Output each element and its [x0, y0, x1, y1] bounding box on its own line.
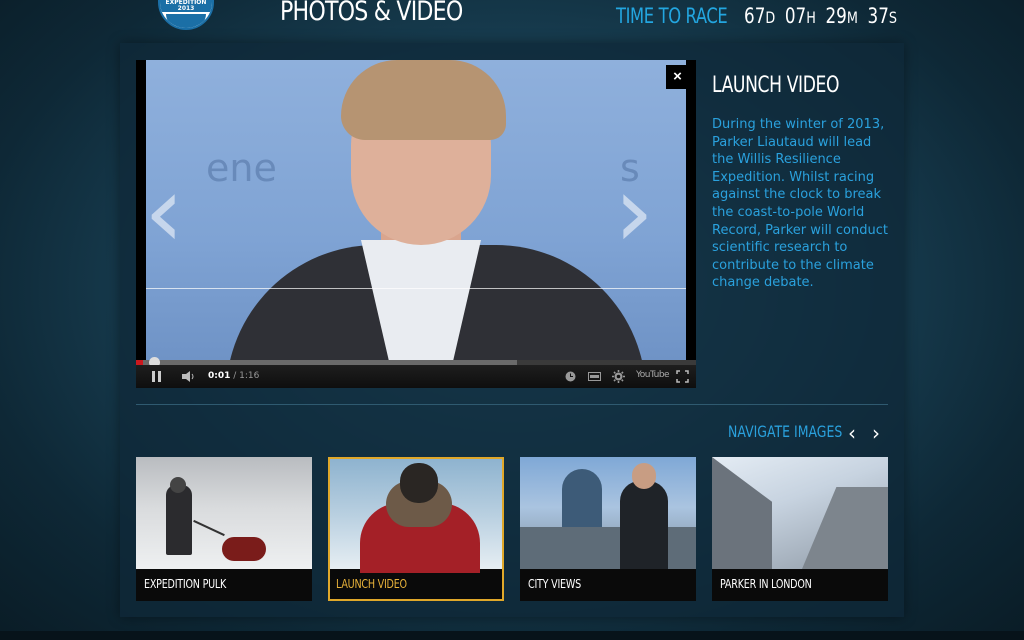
countdown-timer: 67D 07H 29M 37S	[744, 4, 897, 28]
thumbnail-label: CITY VIEWS	[528, 577, 581, 591]
gallery-thumbnail-city-views[interactable]: CITY VIEWS	[520, 457, 696, 601]
countdown-seconds: 37	[867, 4, 889, 28]
countdown-seconds-unit: S	[888, 8, 898, 27]
settings-gear-icon[interactable]	[612, 370, 625, 383]
gallery-thumbnail-expedition-pulk[interactable]: EXPEDITION PULK	[136, 457, 312, 601]
thumbnail-label: LAUNCH VIDEO	[336, 577, 407, 591]
thumbnail-image	[330, 459, 502, 573]
captions-icon[interactable]	[588, 372, 601, 381]
youtube-label: YouTube	[636, 370, 670, 380]
close-button[interactable]: ×	[666, 65, 689, 89]
youtube-logo[interactable]: YouTube	[636, 370, 670, 380]
thumbnail-image	[136, 457, 312, 569]
duration: / 1:16	[233, 371, 260, 381]
media-title: LAUNCH VIDEO	[712, 73, 840, 98]
thumbnail-label: EXPEDITION PULK	[144, 577, 227, 591]
video-player[interactable]: ene s ‹ › × 0:01 / 1:16 YouTube	[136, 60, 696, 388]
logo-globe-icon	[166, 14, 206, 28]
countdown-minutes: 29	[825, 4, 847, 28]
bottom-bar	[0, 631, 1024, 640]
previous-arrow-icon[interactable]: ‹	[144, 162, 204, 262]
divider	[136, 404, 888, 405]
thumbnail-image	[712, 457, 888, 569]
countdown-hours: 07	[784, 4, 807, 28]
next-arrow-icon[interactable]: ›	[614, 162, 674, 262]
gallery-next-chevron-icon[interactable]: ›	[872, 422, 880, 444]
speaker-hair	[341, 60, 506, 140]
gallery-thumbnail-launch-video[interactable]: LAUNCH VIDEO	[328, 457, 504, 601]
video-frame[interactable]: ene s	[146, 60, 686, 360]
watch-later-icon[interactable]	[565, 371, 576, 382]
countdown-label: TIME TO RACE	[616, 4, 728, 28]
thumbnail-label: PARKER IN LONDON	[720, 577, 812, 591]
gallery-prev-chevron-icon[interactable]: ‹	[848, 422, 856, 444]
pause-icon[interactable]	[152, 371, 162, 382]
media-description: During the winter of 2013, Parker Liauta…	[712, 117, 888, 291]
countdown-days-unit: D	[765, 8, 776, 27]
video-scanline	[146, 288, 686, 289]
volume-icon[interactable]	[182, 371, 196, 382]
thumbnail-image	[520, 457, 696, 569]
media-panel: ene s ‹ › × 0:01 / 1:16 YouTube LAUNCH V…	[120, 43, 904, 617]
countdown-days: 67	[744, 4, 766, 28]
page-title: PHOTOS & VIDEO	[280, 0, 463, 27]
top-bar: EXPEDITION 2013 PHOTOS & VIDEO TIME TO R…	[0, 0, 1024, 40]
gallery-thumbnail-parker-in-london[interactable]: PARKER IN LONDON	[712, 457, 888, 601]
expedition-logo[interactable]: EXPEDITION 2013	[158, 0, 214, 30]
navigate-images-label: NAVIGATE IMAGES	[728, 422, 843, 441]
player-controls: 0:01 / 1:16 YouTube	[136, 365, 696, 388]
countdown-minutes-unit: M	[846, 8, 858, 27]
logo-text: EXPEDITION 2013	[160, 0, 212, 12]
time-display: 0:01 / 1:16	[208, 371, 259, 381]
countdown-hours-unit: H	[806, 8, 816, 27]
fullscreen-icon[interactable]	[676, 370, 689, 383]
backdrop-logo: ene	[206, 146, 277, 190]
current-time: 0:01	[208, 371, 231, 381]
